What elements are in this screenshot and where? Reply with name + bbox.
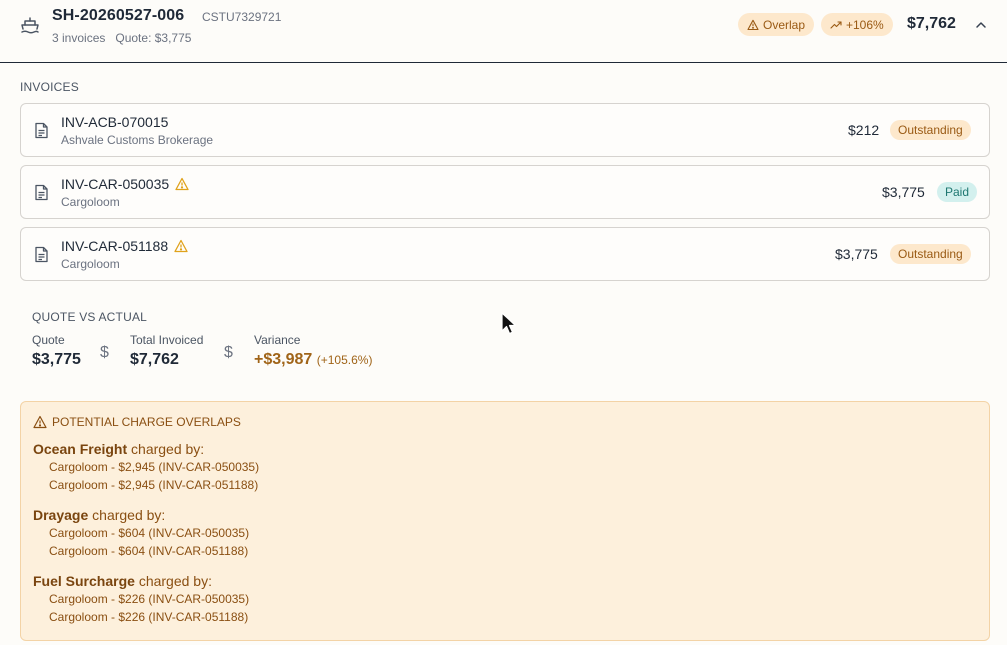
invoice-card[interactable]: INV-CAR-051188 Cargoloom $3,775 Outstand… — [20, 227, 990, 281]
invoiced-metric: Total Invoiced $7,762 — [130, 333, 203, 369]
document-icon — [35, 184, 48, 201]
invoice-number: INV-CAR-051188 — [61, 238, 169, 254]
shipment-summary: 3 invoices Quote: $3,775 — [52, 31, 191, 45]
charge-line: Cargoloom - $226 (INV-CAR-050035) — [49, 592, 250, 606]
invoice-number: INV-CAR-050035 — [61, 176, 170, 192]
shipment-id: SH-20260527-006 — [52, 7, 185, 24]
invoice-number-row: INV-CAR-051188 — [61, 238, 188, 254]
increase-badge-label: +106% — [846, 17, 884, 32]
invoice-vendor: Cargoloom — [61, 257, 120, 271]
total-invoiced-label: Total Invoiced — [130, 333, 204, 347]
charge-line: Cargoloom - $2,945 (INV-CAR-051188) — [49, 478, 259, 492]
ship-icon — [21, 17, 39, 34]
overlaps-title: POTENTIAL CHARGE OVERLAPS — [52, 415, 241, 429]
charged-by-label: charged by: — [131, 441, 205, 457]
charge-group: Fuel Surcharge charged by: Cargoloom - $… — [33, 573, 249, 625]
variance-percent: (+105.6%) — [316, 353, 373, 367]
document-icon — [35, 246, 48, 263]
container-number: CSTU7329721 — [202, 10, 282, 24]
shipment-header[interactable]: SH-20260527-006 CSTU7329721 3 invoices Qu… — [0, 0, 1007, 63]
invoice-card[interactable]: INV-CAR-050035 Cargoloom $3,775 Paid — [20, 165, 990, 219]
quote-metric: Quote $3,775 — [32, 333, 81, 369]
document-icon — [35, 122, 48, 139]
shipment-total: $7,762 — [907, 15, 956, 32]
status-badge: Outstanding — [890, 120, 971, 140]
invoice-number-row: INV-CAR-050035 — [61, 176, 189, 192]
increase-badge: +106% — [821, 13, 893, 36]
overlaps-title-row: POTENTIAL CHARGE OVERLAPS — [33, 415, 241, 429]
mouse-cursor-icon — [501, 312, 517, 335]
quote-value: $3,775 — [32, 351, 81, 368]
warning-icon — [33, 415, 47, 429]
quote-vs-actual-label: QUOTE VS ACTUAL — [32, 310, 148, 324]
invoice-vendor: Cargoloom — [61, 195, 120, 209]
warning-icon — [747, 19, 759, 30]
charge-group: Ocean Freight charged by: Cargoloom - $2… — [33, 441, 259, 493]
invoices-section-label: INVOICES — [20, 80, 79, 94]
overlap-badge-label: Overlap — [763, 17, 806, 32]
quote-label: Quote — [32, 333, 65, 347]
warning-icon — [175, 177, 189, 191]
charge-heading: Fuel Surcharge charged by: — [33, 573, 249, 589]
charge-heading: Ocean Freight charged by: — [33, 441, 259, 457]
variance-value: +$3,987 — [254, 351, 313, 368]
charge-name: Fuel Surcharge — [33, 573, 135, 589]
charge-line: Cargoloom - $604 (INV-CAR-050035) — [49, 526, 250, 540]
variance-metric: Variance +$3,987 (+105.6%) — [254, 333, 372, 369]
invoice-vendor: Ashvale Customs Brokerage — [61, 133, 214, 147]
invoice-number: INV-ACB-070015 — [61, 114, 169, 130]
invoice-card[interactable]: INV-ACB-070015 Ashvale Customs Brokerage… — [20, 103, 990, 157]
status-badge: Paid — [937, 182, 978, 202]
variance-value-row: +$3,987 (+105.6%) — [254, 351, 372, 369]
variance-label: Variance — [254, 333, 301, 347]
charge-line: Cargoloom - $604 (INV-CAR-051188) — [49, 544, 249, 558]
charge-name: Ocean Freight — [33, 441, 128, 457]
chevron-up-icon[interactable] — [974, 18, 988, 32]
charged-by-label: charged by: — [92, 507, 166, 523]
invoice-count: 3 invoices — [52, 31, 106, 45]
charge-group: Drayage charged by: Cargoloom - $604 (IN… — [33, 507, 249, 559]
quote-summary: Quote: $3,775 — [115, 31, 192, 45]
invoice-amount: $212 — [848, 122, 880, 138]
charge-name: Drayage — [33, 507, 89, 523]
warning-icon — [174, 239, 188, 253]
charge-heading: Drayage charged by: — [33, 507, 249, 523]
invoice-amount: $3,775 — [882, 184, 925, 200]
status-badge: Outstanding — [890, 244, 971, 264]
invoice-amount: $3,775 — [835, 246, 878, 262]
overlap-badge: Overlap — [738, 13, 815, 36]
dollar-icon: $ — [100, 344, 109, 361]
charge-line: Cargoloom - $226 (INV-CAR-051188) — [49, 610, 249, 624]
total-invoiced-value: $7,762 — [130, 351, 179, 368]
dollar-icon: $ — [224, 344, 233, 361]
charge-overlaps-panel: POTENTIAL CHARGE OVERLAPS Ocean Freight … — [20, 401, 990, 641]
charge-line: Cargoloom - $2,945 (INV-CAR-050035) — [49, 460, 260, 474]
charged-by-label: charged by: — [138, 573, 212, 589]
trending-up-icon — [830, 20, 842, 29]
